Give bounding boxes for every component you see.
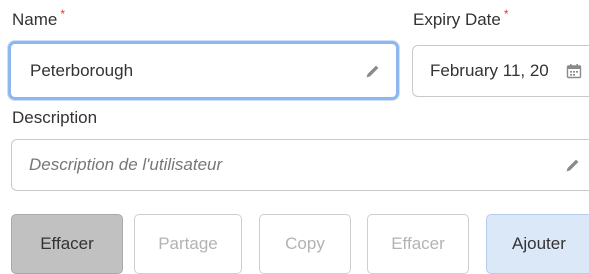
- required-marker: *: [60, 7, 66, 21]
- add-button[interactable]: Ajouter: [486, 214, 589, 274]
- description-label: Description: [12, 108, 98, 127]
- name-label: Name *: [12, 7, 66, 30]
- name-value: Peterborough: [30, 60, 134, 80]
- expiry-date-label: Expiry Date *: [413, 7, 509, 30]
- pencil-icon[interactable]: [364, 62, 382, 80]
- description-field[interactable]: Description de l'utilisateur: [11, 139, 589, 191]
- required-marker: *: [503, 7, 509, 21]
- copy-button[interactable]: Copy: [259, 214, 351, 274]
- expiry-date-label-text: Expiry Date: [413, 10, 501, 29]
- expiry-date-value: February 11, 20: [430, 61, 549, 80]
- calendar-icon[interactable]: [565, 62, 583, 80]
- name-label-text: Name: [12, 10, 58, 29]
- expiry-date-field[interactable]: February 11, 20: [412, 45, 589, 97]
- clear-secondary-button[interactable]: Effacer: [367, 214, 469, 274]
- clear-button[interactable]: Effacer: [11, 214, 123, 274]
- name-field[interactable]: Peterborough: [8, 41, 399, 100]
- pencil-icon[interactable]: [564, 156, 582, 174]
- description-placeholder: Description de l'utilisateur: [29, 155, 223, 174]
- share-button[interactable]: Partage: [134, 214, 242, 274]
